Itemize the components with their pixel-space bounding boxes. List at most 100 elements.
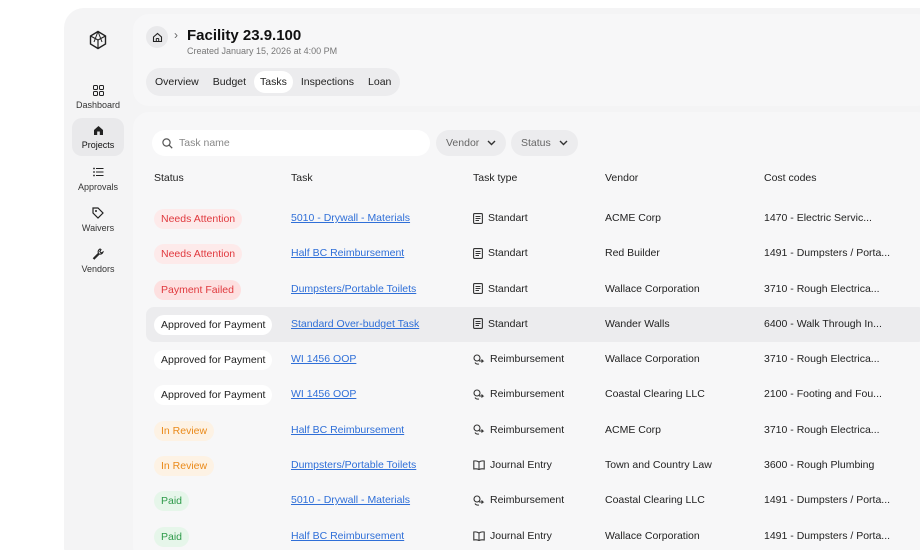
list-icon xyxy=(92,166,104,178)
page-subtitle: Created January 15, 2026 at 4:00 PM xyxy=(187,46,338,56)
task-type-cell: Journal Entry xyxy=(473,530,552,542)
task-type-label: Reimbursement xyxy=(490,494,565,507)
vendor-cell: Wallace Corporation xyxy=(605,282,700,295)
cost-code-cell: 1491 - Dumpsters / Porta... xyxy=(764,247,891,260)
task-type-cell: Reimbursement xyxy=(473,494,564,506)
vendor-cell: Wander Walls xyxy=(605,317,670,330)
table-header: Status Task Task type Vendor Cost codes xyxy=(146,166,920,192)
vendor-cell: Wallace Corporation xyxy=(605,353,700,366)
table-row[interactable]: Approved for Payment Standard Over-budget… xyxy=(146,306,920,343)
task-type-label: Reimbursement xyxy=(490,388,565,401)
money-return-icon xyxy=(473,354,485,365)
status-badge: Needs Attention xyxy=(154,244,243,265)
task-type-cell: Reimbursement xyxy=(473,388,564,400)
tab-loan[interactable]: Loan xyxy=(362,71,397,93)
table-row[interactable]: In Review Half BC Reimbursement Reimbursem… xyxy=(146,413,920,448)
table-row[interactable]: Approved for Payment WI 1456 OOP Reimburse… xyxy=(146,342,920,377)
page-title: Facility 23.9.100 xyxy=(187,27,302,44)
sidebar-item-waivers[interactable]: Waivers xyxy=(72,201,124,239)
column-header-status[interactable]: Status xyxy=(154,172,184,184)
table-row[interactable]: Needs Attention Half BC Reimbursement Stan… xyxy=(146,236,920,271)
tab-inspections[interactable]: Inspections xyxy=(295,71,360,93)
task-link[interactable]: Dumpsters/Portable Toilets xyxy=(291,283,416,295)
task-link[interactable]: Half BC Reimbursement xyxy=(291,530,404,542)
home-button[interactable] xyxy=(146,26,168,48)
vendor-cell: ACME Corp xyxy=(605,423,662,436)
task-link[interactable]: Dumpsters/Portable Toilets xyxy=(291,459,416,471)
table-row[interactable]: Paid Half BC Reimbursement Journal Entry Wa… xyxy=(146,519,920,550)
tab-budget[interactable]: Budget xyxy=(207,71,252,93)
cost-code-cell: 1491 - Dumpsters / Porta... xyxy=(764,494,891,507)
sidebar-item-label: Dashboard xyxy=(75,100,121,110)
task-link[interactable]: 5010 - Drywall - Materials xyxy=(291,494,410,506)
task-link[interactable]: Half BC Reimbursement xyxy=(291,247,404,259)
task-link[interactable]: Standard Over-budget Task xyxy=(291,318,419,330)
task-type-cell: Reimbursement xyxy=(473,424,564,436)
vendor-cell: Coastal Clearing LLC xyxy=(605,494,705,507)
home-icon xyxy=(92,124,104,136)
tag-icon xyxy=(92,207,104,219)
sidebar-item-label: Vendors xyxy=(81,264,115,274)
column-header-task-type[interactable]: Task type xyxy=(473,172,517,184)
task-type-label: Reimbursement xyxy=(490,423,565,436)
vendor-filter[interactable]: Vendor xyxy=(436,130,507,156)
sidebar-item-vendors[interactable]: Vendors xyxy=(72,242,124,280)
table-row[interactable]: Needs Attention 5010 - Drywall - Material… xyxy=(146,201,920,236)
chevron-down-icon xyxy=(559,140,568,146)
task-type-label: Standart xyxy=(488,247,528,260)
vendor-cell: Red Builder xyxy=(605,247,660,260)
search-box[interactable] xyxy=(152,130,430,156)
sidebar-item-label: Projects xyxy=(81,140,115,150)
vendor-cell: Town and Country Law xyxy=(605,459,712,472)
status-badge: In Review xyxy=(154,420,215,441)
task-type-cell: Reimbursement xyxy=(473,353,564,365)
table-row[interactable]: In Review Dumpsters/Portable Toilets Journ… xyxy=(146,448,920,483)
document-icon xyxy=(473,247,483,259)
cost-code-cell: 6400 - Walk Through In... xyxy=(764,317,882,330)
task-link[interactable]: Half BC Reimbursement xyxy=(291,424,404,436)
grid-icon xyxy=(92,84,104,96)
table-row[interactable]: Payment Failed Dumpsters/Portable Toilets… xyxy=(146,272,920,307)
document-icon xyxy=(473,318,483,330)
cost-code-cell: 3710 - Rough Electrica... xyxy=(764,282,880,295)
column-header-task[interactable]: Task xyxy=(291,172,313,184)
search-input[interactable] xyxy=(179,137,419,149)
search-icon xyxy=(162,137,173,149)
app-logo-icon[interactable] xyxy=(88,30,108,50)
chevron-right-icon: › xyxy=(174,28,178,42)
sidebar-item-approvals[interactable]: Approvals xyxy=(72,160,124,198)
status-filter[interactable]: Status xyxy=(511,130,578,156)
cost-code-cell: 3710 - Rough Electrica... xyxy=(764,353,880,366)
tab-overview[interactable]: Overview xyxy=(149,71,205,93)
status-badge: In Review xyxy=(154,456,215,477)
tab-bar: Overview Budget Tasks Inspections Loan xyxy=(146,68,401,96)
vendor-cell: Coastal Clearing LLC xyxy=(605,388,705,401)
sidebar-item-projects[interactable]: Projects xyxy=(72,118,124,156)
wrench-icon xyxy=(92,248,104,260)
column-header-vendor[interactable]: Vendor xyxy=(605,172,638,184)
task-type-label: Reimbursement xyxy=(490,353,565,366)
money-return-icon xyxy=(473,424,485,435)
sidebar-item-dashboard[interactable]: Dashboard xyxy=(72,78,124,116)
tab-tasks[interactable]: Tasks xyxy=(254,71,293,93)
cost-code-cell: 3710 - Rough Electrica... xyxy=(764,423,880,436)
table-row[interactable]: Paid 5010 - Drywall - Materials Reimbursem… xyxy=(146,483,920,518)
task-type-cell: Standart xyxy=(473,212,528,224)
book-icon xyxy=(473,460,485,471)
table-row[interactable]: Approved for Payment WI 1456 OOP Reimburse… xyxy=(146,377,920,412)
task-link[interactable]: 5010 - Drywall - Materials xyxy=(291,212,410,224)
status-filter-label: Status xyxy=(521,137,551,149)
home-outline-icon xyxy=(152,32,162,42)
task-type-cell: Standart xyxy=(473,318,528,330)
vendor-filter-label: Vendor xyxy=(446,137,480,149)
table-body: Needs Attention 5010 - Drywall - Material… xyxy=(146,201,920,550)
task-link[interactable]: WI 1456 OOP xyxy=(291,388,356,400)
task-type-label: Journal Entry xyxy=(490,529,552,542)
vendor-cell: Wallace Corporation xyxy=(605,529,700,542)
status-badge: Needs Attention xyxy=(154,209,243,229)
task-link[interactable]: WI 1456 OOP xyxy=(291,353,356,365)
task-type-label: Standart xyxy=(488,282,528,295)
column-header-cost-codes[interactable]: Cost codes xyxy=(764,172,817,184)
sidebar-item-label: Waivers xyxy=(81,223,115,233)
money-return-icon xyxy=(473,389,485,400)
